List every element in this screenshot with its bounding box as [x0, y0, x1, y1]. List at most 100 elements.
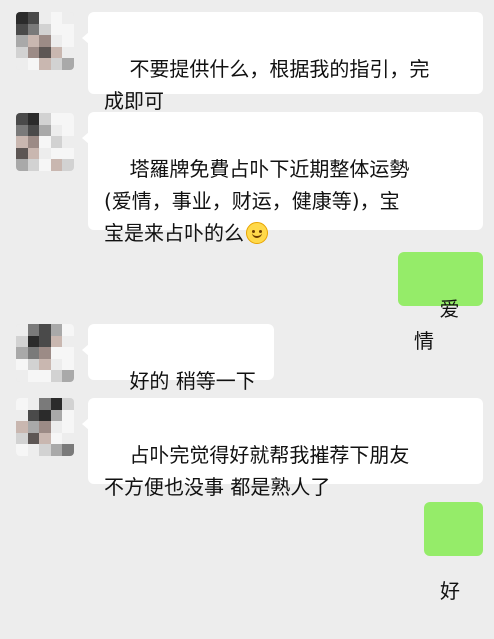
avatar-pixel: [39, 358, 51, 371]
incoming-message: 不要提供什么，根据我的指引，完 成即可: [82, 12, 483, 113]
avatar-pixel: [62, 421, 74, 433]
avatar-pixel: [27, 35, 40, 47]
outgoing-message: 好: [424, 502, 483, 603]
avatar-pixel: [62, 46, 74, 59]
avatar-pixel: [62, 370, 74, 382]
avatar-pixel: [62, 335, 74, 348]
avatar-pixel: [50, 370, 63, 382]
avatar-pixel: [39, 35, 51, 47]
avatar-pixel: [39, 335, 51, 348]
avatar-pixel: [16, 432, 28, 445]
avatar-pixel: [50, 398, 63, 410]
avatar-pixel: [62, 324, 74, 336]
avatar-pixel: [16, 324, 28, 336]
avatar-pixel: [39, 432, 51, 445]
avatar-pixel: [50, 421, 63, 433]
avatar-pixel: [16, 58, 28, 70]
avatar-pixel: [39, 370, 51, 382]
avatar-pixel: [62, 23, 74, 36]
avatar-pixel: [27, 398, 40, 410]
incoming-message: 好的 稍等一下: [82, 324, 274, 393]
avatar-pixel: [50, 444, 63, 456]
avatar-pixel: [39, 124, 51, 137]
avatar-pixel: [62, 35, 74, 47]
avatar-pixel: [27, 370, 40, 382]
contact-avatar[interactable]: [16, 324, 74, 382]
avatar-pixel: [39, 58, 51, 70]
avatar-pixel: [27, 409, 40, 422]
avatar-pixel: [50, 23, 63, 36]
contact-avatar[interactable]: [16, 398, 74, 456]
avatar-pixel: [16, 124, 28, 137]
avatar-pixel: [62, 159, 74, 171]
avatar-pixel: [27, 444, 40, 456]
avatar-pixel: [16, 113, 28, 125]
avatar-pixel: [50, 358, 63, 371]
incoming-message: 塔羅牌免費占卟下近期整体运勢 (爱情，事业，财运，健康等)，宝 宝是来占卟的么: [82, 112, 483, 245]
avatar-pixel: [39, 347, 51, 359]
avatar-pixel: [39, 46, 51, 59]
chat-conversation: 不要提供什么，根据我的指引，完 成即可 塔羅牌免費占卟下近期整体运勢 (爱情，事…: [0, 0, 494, 603]
avatar-pixel: [50, 46, 63, 59]
avatar-pixel: [27, 58, 40, 70]
avatar-pixel: [16, 46, 28, 59]
avatar-pixel: [39, 421, 51, 433]
avatar-pixel: [39, 136, 51, 148]
avatar-pixel: [27, 421, 40, 433]
avatar-pixel: [50, 335, 63, 348]
avatar-pixel: [50, 58, 63, 70]
avatar-pixel: [50, 136, 63, 148]
avatar-pixel: [16, 398, 28, 410]
avatar-pixel: [50, 347, 63, 359]
avatar-pixel: [16, 159, 28, 171]
avatar-pixel: [50, 124, 63, 137]
avatar-pixel: [16, 23, 28, 36]
avatar-pixel: [27, 147, 40, 160]
avatar-pixel: [27, 432, 40, 445]
avatar-pixel: [16, 358, 28, 371]
avatar-pixel: [27, 12, 40, 24]
avatar-pixel: [50, 409, 63, 422]
avatar-pixel: [62, 398, 74, 410]
avatar-pixel: [62, 358, 74, 371]
outgoing-message: 爱情: [398, 252, 483, 353]
message-text: 好: [440, 579, 460, 603]
avatar-pixel: [50, 12, 63, 24]
avatar-pixel: [50, 147, 63, 160]
avatar-pixel: [39, 398, 51, 410]
avatar-pixel: [39, 159, 51, 171]
avatar-pixel: [39, 409, 51, 422]
avatar-pixel: [16, 136, 28, 148]
avatar-pixel: [16, 12, 28, 24]
avatar-pixel: [39, 147, 51, 160]
avatar-pixel: [27, 124, 40, 137]
avatar-pixel: [27, 159, 40, 171]
avatar-pixel: [16, 421, 28, 433]
avatar-pixel: [62, 432, 74, 445]
avatar-pixel: [16, 35, 28, 47]
contact-avatar[interactable]: [16, 113, 74, 171]
avatar-pixel: [16, 370, 28, 382]
avatar-pixel: [27, 335, 40, 348]
contact-avatar[interactable]: [16, 12, 74, 70]
avatar-pixel: [50, 324, 63, 336]
avatar-pixel: [27, 46, 40, 59]
avatar-pixel: [27, 324, 40, 336]
avatar-pixel: [62, 147, 74, 160]
avatar-pixel: [39, 444, 51, 456]
avatar-pixel: [62, 124, 74, 137]
avatar-pixel: [16, 335, 28, 348]
avatar-pixel: [62, 12, 74, 24]
avatar-pixel: [62, 409, 74, 422]
avatar-pixel: [16, 444, 28, 456]
smiling-face-emoji-icon: [246, 222, 268, 244]
avatar-pixel: [27, 347, 40, 359]
avatar-pixel: [62, 347, 74, 359]
avatar-pixel: [39, 324, 51, 336]
message-text: 好的 稍等一下: [129, 369, 256, 393]
avatar-pixel: [27, 136, 40, 148]
message-text: 占卟完觉得好就帮我摧荐下朋友 不方便也没事 都是熟人了: [104, 443, 410, 499]
avatar-pixel: [62, 58, 74, 70]
avatar-pixel: [50, 35, 63, 47]
avatar-pixel: [27, 358, 40, 371]
